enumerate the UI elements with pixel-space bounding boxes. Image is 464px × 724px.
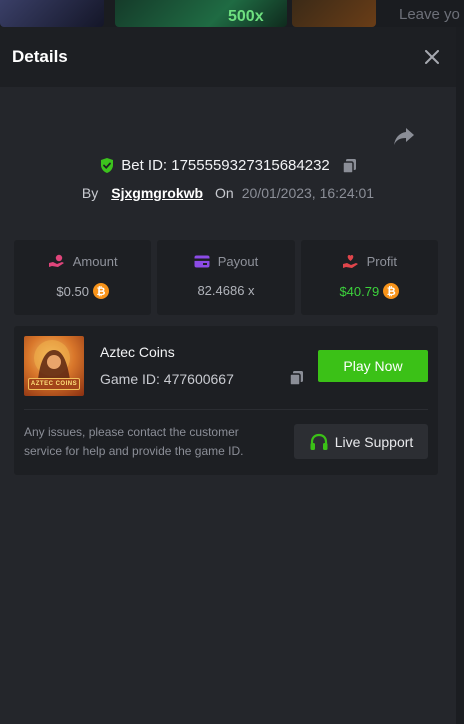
background-multiplier-text: 500x	[228, 8, 264, 25]
card-icon	[194, 255, 210, 268]
background-game-thumb	[0, 0, 104, 27]
help-text: Any issues, please contact the customer …	[24, 425, 244, 458]
game-thumbnail[interactable]: AZTEC COINS	[24, 336, 84, 396]
headset-icon	[310, 433, 328, 450]
bet-date: 20/01/2023, 16:24:01	[241, 185, 375, 201]
on-label: On	[215, 185, 234, 201]
share-arrow-icon	[394, 128, 414, 145]
background-side-text: Leave yo	[399, 6, 460, 23]
bet-stats: Amount $0.50 ₿ Payout 82.4686 x Profit $…	[14, 240, 438, 315]
hand-heart-icon	[342, 255, 358, 268]
by-label: By	[81, 185, 99, 201]
bet-id: Bet ID: 1755559327315684232	[121, 157, 330, 174]
divider	[24, 409, 428, 410]
stat-label: Payout	[217, 254, 259, 269]
modal-header: Details	[0, 27, 456, 87]
hand-coins-icon	[48, 254, 64, 267]
bet-meta-row: By Sjxgmgrokwb On 20/01/2023, 16:24:01	[0, 185, 456, 201]
game-id: Game ID: 477600667	[100, 371, 234, 387]
bet-id-row: Bet ID: 1755559327315684232	[0, 157, 456, 174]
shield-check-icon	[101, 158, 114, 173]
background-page-edge	[456, 27, 464, 724]
close-icon	[425, 50, 439, 64]
details-modal: Details Bet ID: 1755559327315684232 By S…	[0, 27, 456, 724]
share-button[interactable]	[392, 126, 420, 150]
bitcoin-icon: ₿	[92, 283, 109, 299]
copy-game-id-button[interactable]	[289, 370, 304, 391]
stat-value: $40.79	[339, 283, 380, 299]
stat-payout: Payout 82.4686 x	[157, 240, 295, 315]
close-button[interactable]	[420, 45, 444, 69]
copy-icon	[342, 158, 356, 174]
stat-label: Profit	[366, 254, 397, 269]
username-link[interactable]: Sjxgmgrokwb	[111, 185, 203, 201]
background-game-thumb	[292, 0, 376, 27]
stat-amount: Amount $0.50 ₿	[14, 240, 152, 315]
game-title: Aztec Coins	[100, 344, 175, 360]
stat-value: $0.50	[56, 283, 89, 299]
stat-value: 82.4686 x	[197, 283, 255, 298]
copy-icon	[289, 371, 303, 386]
live-support-button[interactable]: Live Support	[294, 424, 428, 459]
background-game-strip: 500x Leave yo	[0, 0, 464, 27]
game-thumbnail-logo: AZTEC COINS	[28, 378, 80, 390]
modal-title: Details	[12, 47, 68, 66]
stat-profit: Profit $40.79 ₿	[300, 240, 438, 315]
play-now-button[interactable]: Play Now	[318, 350, 428, 382]
stat-label: Amount	[72, 254, 118, 269]
live-support-label: Live Support	[334, 433, 414, 450]
game-card: AZTEC COINS Aztec Coins Game ID: 4776006…	[14, 326, 438, 475]
bitcoin-icon: ₿	[383, 283, 400, 299]
copy-bet-id-button[interactable]	[342, 158, 357, 174]
